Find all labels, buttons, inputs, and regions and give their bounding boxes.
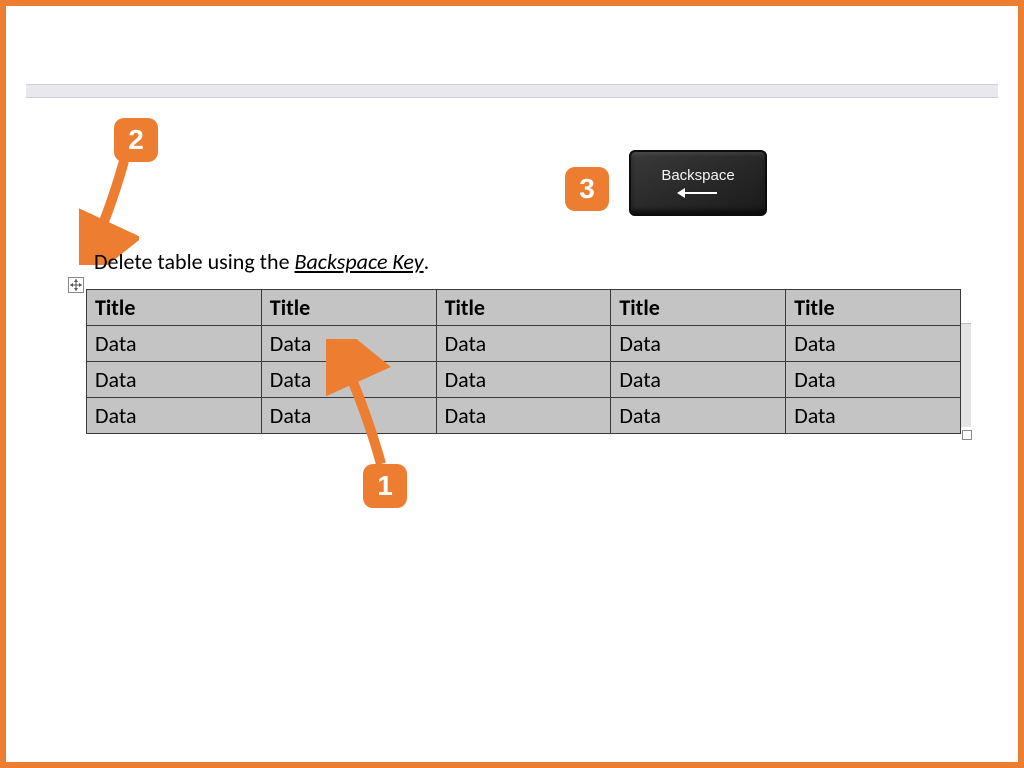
callout-step-2: 2 [114, 118, 158, 162]
table-cell[interactable]: Data [261, 398, 436, 434]
move-icon [70, 279, 82, 291]
table-row: Data Data Data Data Data [87, 326, 961, 362]
table-resize-handle[interactable] [962, 430, 972, 440]
callout-label: 3 [579, 173, 595, 205]
table-header-cell[interactable]: Title [786, 290, 961, 326]
ruler [26, 84, 998, 98]
selection-row-end [961, 323, 971, 427]
instruction-suffix: . [424, 248, 430, 275]
data-table[interactable]: Title Title Title Title Title Data Data … [86, 289, 961, 434]
table-cell[interactable]: Data [436, 398, 611, 434]
table-cell[interactable]: Data [611, 398, 786, 434]
table-cell[interactable]: Data [87, 326, 262, 362]
callout-label: 2 [128, 124, 144, 156]
table-cell[interactable]: Data [261, 326, 436, 362]
table-cell[interactable]: Data [87, 362, 262, 398]
instruction-emphasis: Backspace Key [295, 248, 424, 275]
instruction-text: Delete table using the Backspace Key. [94, 248, 429, 275]
table-cell[interactable]: Data [261, 362, 436, 398]
table-cell[interactable]: Data [611, 326, 786, 362]
table-cell[interactable]: Data [87, 398, 262, 434]
table-row: Data Data Data Data Data [87, 398, 961, 434]
backspace-key-label: Backspace [661, 167, 734, 184]
arrow-left-icon [677, 186, 719, 200]
table-header-cell[interactable]: Title [436, 290, 611, 326]
backspace-key: Backspace [629, 150, 767, 216]
table-cell[interactable]: Data [611, 362, 786, 398]
table-cell[interactable]: Data [436, 362, 611, 398]
table-header-row: Title Title Title Title Title [87, 290, 961, 326]
table-cell[interactable]: Data [786, 398, 961, 434]
callout-step-1: 1 [363, 464, 407, 508]
instruction-prefix: Delete table using the [94, 248, 295, 275]
table-header-cell[interactable]: Title [611, 290, 786, 326]
table-cell[interactable]: Data [436, 326, 611, 362]
table-row: Data Data Data Data Data [87, 362, 961, 398]
table-header-cell[interactable]: Title [261, 290, 436, 326]
callout-step-3: 3 [565, 167, 609, 211]
table-header-cell[interactable]: Title [87, 290, 262, 326]
table-move-handle[interactable] [68, 277, 84, 293]
table-cell[interactable]: Data [786, 362, 961, 398]
callout-label: 1 [377, 470, 393, 502]
table-cell[interactable]: Data [786, 326, 961, 362]
